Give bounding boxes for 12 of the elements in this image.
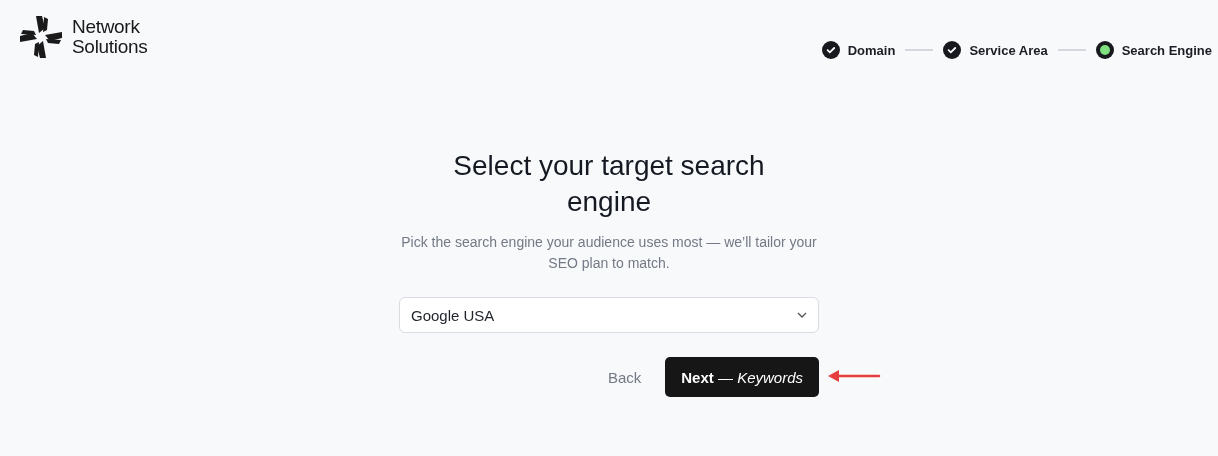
- step-label: Domain: [847, 42, 896, 58]
- step-label: Search Engine: [1121, 42, 1212, 58]
- chevron-down-icon: [797, 312, 807, 318]
- next-button[interactable]: Next — Keywords: [665, 357, 819, 397]
- logo-icon: [18, 14, 64, 60]
- logo-text: Network Solutions: [72, 17, 148, 57]
- page-subtitle: Pick the search engine your audience uses most — we’ll tailor your SEO plan to match.: [400, 233, 818, 273]
- step-label: Service Area: [969, 42, 1048, 58]
- search-engine-select[interactable]: Google USA: [399, 297, 819, 333]
- arrow-icon: [827, 369, 881, 383]
- page-title: Select your target search engine: [452, 149, 766, 219]
- back-button[interactable]: Back: [607, 368, 642, 386]
